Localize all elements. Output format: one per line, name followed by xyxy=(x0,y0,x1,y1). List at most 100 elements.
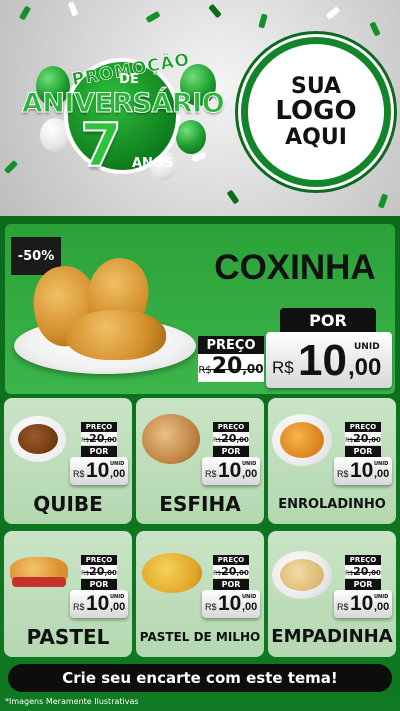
featured-unid-label: UNID xyxy=(354,342,380,352)
card-new-cents: ,00 xyxy=(110,468,126,480)
strike-line xyxy=(215,571,247,574)
card-unid-label: UNID xyxy=(374,594,389,600)
card-new-cents: ,00 xyxy=(242,468,258,480)
confetti-decoration xyxy=(258,13,268,29)
featured-new-cents: ,00 xyxy=(348,354,382,381)
featured-old-int: 20 xyxy=(211,354,243,379)
card-new-price: R$ 10,00 UNID xyxy=(70,457,128,485)
card-por-tag: POR xyxy=(213,446,249,457)
card-new-price: R$ 10,00 UNID xyxy=(334,590,392,618)
disclaimer-text: *Imagens Meramente Ilustrativas xyxy=(5,697,139,706)
card-por-tag: POR xyxy=(213,579,249,590)
card-preco-tag: PREÇO xyxy=(81,555,117,565)
badge-aniversario-text: ANIVERSÁRIO xyxy=(21,88,225,120)
card-preco-tag: PREÇO xyxy=(345,555,381,565)
confetti-decoration xyxy=(67,1,79,17)
strike-line xyxy=(215,438,247,441)
card-por-tag: POR xyxy=(345,446,381,457)
card-new-price: R$ 10,00 UNID xyxy=(202,457,260,485)
logo-line-2: LOGO xyxy=(275,96,357,127)
featured-preco-tag: PREÇO xyxy=(198,336,264,354)
card-por-tag: POR xyxy=(81,579,117,590)
logo-line-3: AQUI xyxy=(285,124,347,150)
featured-old-price: R$ 20 ,00 xyxy=(198,354,264,382)
badge-number: 7 xyxy=(79,111,123,181)
card-new-int: 10 xyxy=(86,459,110,482)
badge-de-text: DE xyxy=(119,72,139,87)
card-preco-tag: PREÇO xyxy=(213,422,249,432)
card-old-price: R$20,00 xyxy=(213,565,249,578)
confetti-decoration xyxy=(377,193,389,209)
strike-line xyxy=(347,571,379,574)
card-por-tag: POR xyxy=(81,446,117,457)
coxinha-image xyxy=(66,310,166,360)
card-unid-label: UNID xyxy=(242,594,257,600)
card-preco-tag: PREÇO xyxy=(81,422,117,432)
badge-anos-text: ANOS xyxy=(132,156,174,171)
card-new-cents: ,00 xyxy=(110,601,126,613)
card-new-price: R$ 10,00 UNID xyxy=(334,457,392,485)
pastel-de-milho-image xyxy=(142,553,202,593)
featured-new-currency: R$ xyxy=(272,358,294,377)
card-new-currency: R$ xyxy=(73,469,85,479)
confetti-decoration xyxy=(325,6,341,20)
product-name: EMPADINHA xyxy=(271,626,393,647)
card-preco-tag: PREÇO xyxy=(345,422,381,432)
featured-por-tag: POR xyxy=(280,308,376,332)
logo-line-1: SUA xyxy=(290,74,342,100)
featured-product-name: COXINHA xyxy=(214,248,376,287)
confetti-decoration xyxy=(226,189,240,205)
card-unid-label: UNID xyxy=(110,594,125,600)
card-new-int: 10 xyxy=(218,592,242,615)
card-old-price: R$20,00 xyxy=(213,432,249,445)
card-new-price: R$ 10,00 UNID xyxy=(202,590,260,618)
featured-new-int: 10 xyxy=(298,336,347,385)
confetti-decoration xyxy=(18,5,32,21)
card-new-currency: R$ xyxy=(73,602,85,612)
product-name: ENROLADINHO xyxy=(278,497,386,512)
card-new-int: 10 xyxy=(350,592,374,615)
product-name: PASTEL DE MILHO xyxy=(139,630,261,644)
logo-placeholder: SUA LOGO AQUI xyxy=(241,37,391,187)
card-new-int: 10 xyxy=(86,592,110,615)
card-old-price: R$20,00 xyxy=(345,432,381,445)
card-old-price: R$20,00 xyxy=(81,565,117,578)
card-old-price: R$20,00 xyxy=(345,565,381,578)
card-new-cents: ,00 xyxy=(242,601,258,613)
card-unid-label: UNID xyxy=(110,461,125,467)
product-name: PASTEL xyxy=(26,625,110,649)
card-unid-label: UNID xyxy=(242,461,257,467)
card-new-currency: R$ xyxy=(205,602,217,612)
cta-button[interactable]: Crie seu encarte com este tema! xyxy=(8,664,392,692)
strike-line xyxy=(83,571,115,574)
esfiha-image xyxy=(142,414,200,464)
confetti-decoration xyxy=(369,21,381,37)
card-new-cents: ,00 xyxy=(374,601,390,613)
card-old-price: R$20,00 xyxy=(81,432,117,445)
strike-line xyxy=(83,438,115,441)
anniversary-badge: PROMOÇÃO DE ANIVERSÁRIO 7 ANOS xyxy=(10,40,236,190)
product-name: ESFIHA xyxy=(159,492,241,516)
card-new-currency: R$ xyxy=(337,602,349,612)
featured-new-price: R$ 10 ,00 UNID xyxy=(266,332,392,388)
strike-line xyxy=(203,368,259,371)
card-new-int: 10 xyxy=(350,459,374,482)
confetti-decoration xyxy=(145,10,161,24)
card-new-price: R$ 10,00 UNID xyxy=(70,590,128,618)
card-new-cents: ,00 xyxy=(374,468,390,480)
card-por-tag: POR xyxy=(345,579,381,590)
featured-old-currency: R$ xyxy=(198,365,212,376)
pastel-basket-image xyxy=(12,577,66,587)
confetti-decoration xyxy=(208,3,222,19)
card-new-currency: R$ xyxy=(205,469,217,479)
quibe-image xyxy=(18,424,58,454)
header-banner: PROMOÇÃO DE ANIVERSÁRIO 7 ANOS SUA LOGO … xyxy=(0,0,400,216)
enroladinho-image xyxy=(280,422,324,458)
empadinha-image xyxy=(280,559,324,591)
card-preco-tag: PREÇO xyxy=(213,555,249,565)
product-name: QUIBE xyxy=(33,492,103,516)
strike-line xyxy=(347,438,379,441)
card-new-int: 10 xyxy=(218,459,242,482)
card-new-currency: R$ xyxy=(337,469,349,479)
card-unid-label: UNID xyxy=(374,461,389,467)
